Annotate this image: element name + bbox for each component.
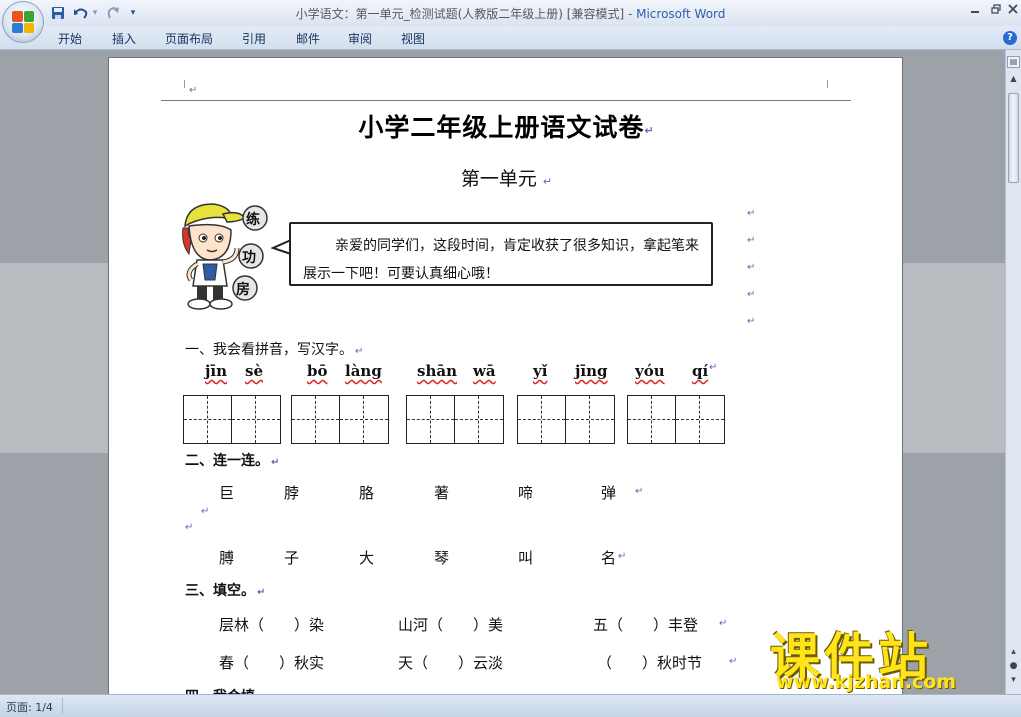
match-char: 子	[284, 549, 300, 567]
writing-grid[interactable]	[183, 395, 281, 444]
paragraph-mark: ↵	[189, 85, 198, 96]
close-icon[interactable]	[1002, 2, 1021, 20]
help-icon[interactable]: ?	[1003, 31, 1017, 45]
tab-review[interactable]: 审阅	[348, 30, 372, 47]
status-bar: 页面: 1/4	[0, 694, 1021, 717]
word-window: ▾ ▾ 小学语文：第一单元_检测试题(人教版二年级上册) [兼容模式] - Mi…	[0, 0, 1021, 717]
bubble-text: 亲爱的同学们，这段时间，肯定收获了很多知识，拿起笔来展示一下吧！可要认真细心哦！	[303, 238, 699, 282]
fill-blank-item: 山河（ ）美	[398, 616, 504, 634]
match-char: 叫	[518, 549, 534, 567]
pinyin: wā	[473, 362, 496, 380]
fill-blank-item: （ ）秋时节	[597, 654, 703, 672]
pinyin: bō	[307, 362, 328, 380]
match-char: 弹	[601, 484, 617, 502]
pinyin: qí	[692, 362, 709, 380]
speech-bubble: 亲爱的同学们，这段时间，肯定收获了很多知识，拿起笔来展示一下吧！可要认真细心哦！	[289, 222, 713, 286]
watermark-logo: 课件站 www.kjzhan.com	[770, 617, 1010, 697]
office-logo-icon	[12, 11, 34, 33]
tab-mailings[interactable]: 邮件	[296, 30, 320, 47]
title-bar: ▾ ▾ 小学语文：第一单元_检测试题(人教版二年级上册) [兼容模式] - Mi…	[0, 0, 1021, 26]
writing-grid[interactable]	[291, 395, 389, 444]
fill-blank-item: 春（ ）秋实	[219, 654, 325, 672]
tab-view[interactable]: 视图	[401, 30, 425, 47]
scroll-up-icon[interactable]: ▲	[1007, 72, 1020, 86]
match-char: 名	[601, 549, 617, 567]
match-char: 脖	[284, 484, 300, 502]
match-char: 巨	[219, 484, 235, 502]
writing-grid[interactable]	[517, 395, 615, 444]
tab-home[interactable]: 开始	[58, 30, 82, 47]
fill-blank-item: 层林（ ）染	[219, 616, 325, 634]
mascot-label: 练	[246, 212, 260, 228]
page-indicator[interactable]: 页面: 1/4	[6, 699, 53, 715]
writing-grid[interactable]	[406, 395, 504, 444]
document-title: 小学二年级上册语文试卷↵	[358, 113, 655, 142]
pinyin: jīng	[575, 362, 608, 380]
header-rule	[161, 100, 851, 101]
fill-blank-item: 天（ ）云淡	[398, 654, 504, 672]
mascot-label: 房	[236, 282, 250, 298]
match-char: 著	[434, 484, 450, 502]
match-char: 啼	[518, 484, 534, 502]
mascot-label: 功	[242, 250, 256, 266]
pinyin: jīn	[205, 362, 228, 380]
writing-grid[interactable]	[627, 395, 725, 444]
scrollbar-thumb[interactable]	[1008, 93, 1019, 183]
pinyin: yóu	[635, 362, 665, 380]
match-char: 胳	[359, 484, 375, 502]
section-2-title: 二、连一连。 ↵	[185, 453, 280, 469]
tab-page-layout[interactable]: 页面布局	[165, 30, 213, 47]
pinyin: làng	[345, 362, 382, 380]
tab-references[interactable]: 引用	[242, 30, 266, 47]
vertical-scrollbar[interactable]: ▤ ▲ ▴ ● ▾	[1005, 50, 1021, 694]
view-ruler-icon[interactable]: ▤	[1007, 56, 1020, 68]
document-page[interactable]: ↵ 小学二年级上册语文试卷↵ 第一单元 ↵ 练 功 房 亲爱的同学们，这段时间，…	[108, 57, 903, 705]
minimize-icon[interactable]	[964, 2, 986, 20]
document-subtitle: 第一单元 ↵	[460, 168, 553, 190]
match-char: 琴	[434, 549, 450, 567]
pinyin-row: jīn sè bō làng shān wā yǐ jīng yóu qí ↵	[205, 362, 718, 380]
window-title: 小学语文：第一单元_检测试题(人教版二年级上册) [兼容模式] - Micros…	[295, 7, 726, 21]
watermark-url: www.kjzhan.com	[776, 671, 957, 693]
pinyin: yǐ	[533, 362, 548, 380]
section-1-title: 一、我会看拼音，写汉字。 ↵	[185, 342, 364, 358]
ribbon-tab-bar: 开始 插入 页面布局 引用 邮件 审阅 视图 ?	[0, 26, 1021, 50]
fill-blank-item: 五（ ）丰登	[593, 616, 699, 634]
section-3-title: 三、填空。 ↵	[185, 583, 266, 599]
office-button[interactable]	[2, 1, 44, 43]
pinyin: sè	[245, 362, 263, 380]
match-char: 膊	[219, 549, 235, 567]
tab-insert[interactable]: 插入	[112, 30, 136, 47]
match-char: 大	[359, 549, 375, 567]
mascot-illustration: 练 功 房	[179, 200, 275, 312]
pinyin: shān	[417, 362, 457, 380]
